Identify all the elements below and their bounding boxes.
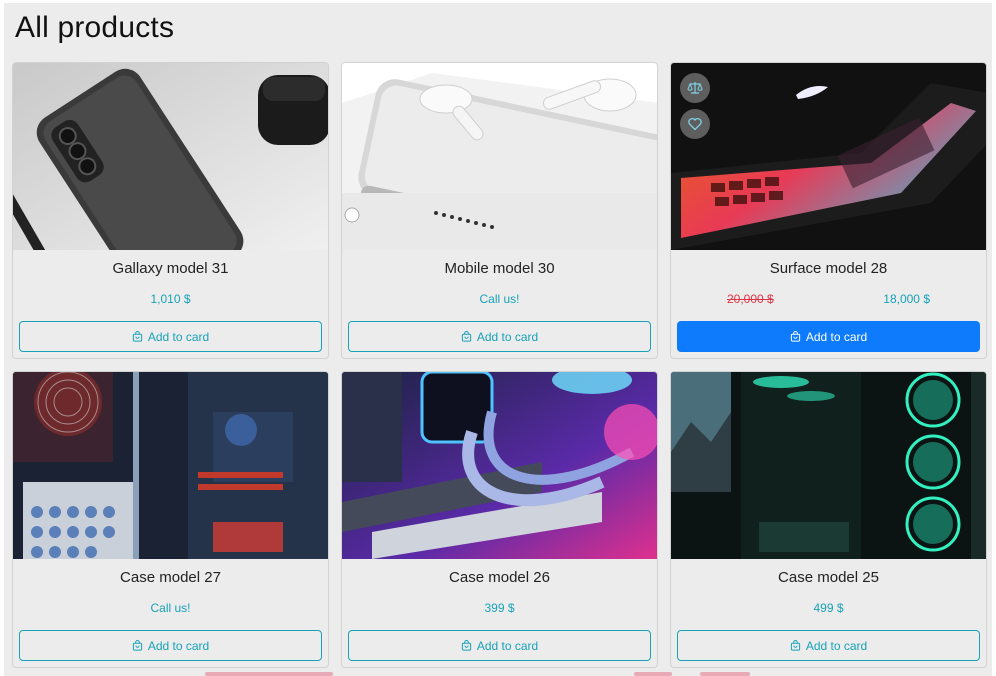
add-to-cart-label: Add to card [476, 638, 539, 653]
next-row-edge [634, 672, 672, 676]
product-card: Mobile model 30 Call us! Add to card [341, 62, 658, 359]
shopping-bag-icon [132, 640, 143, 651]
product-image[interactable] [342, 63, 657, 250]
price-row: 20,000 $ 18,000 $ [671, 292, 986, 306]
product-card: Case model 25 499 $ Add to card [670, 371, 987, 668]
add-to-cart-button[interactable]: Add to card [19, 630, 322, 661]
product-price: Call us! [150, 601, 191, 615]
old-price: 20,000 $ [727, 292, 774, 306]
compare-button[interactable] [680, 73, 710, 103]
product-image[interactable] [671, 63, 986, 250]
scale-icon [687, 80, 703, 96]
products-page: All products Gallaxy model 31 1,010 $ Ad… [4, 3, 992, 676]
wishlist-button[interactable] [680, 109, 710, 139]
next-row-edge [700, 672, 750, 676]
add-to-cart-label: Add to card [476, 329, 539, 344]
product-image[interactable] [671, 372, 986, 559]
product-price: 499 $ [813, 601, 844, 615]
add-to-cart-label: Add to card [805, 329, 868, 344]
shopping-bag-icon [790, 640, 801, 651]
product-title[interactable]: Gallaxy model 31 [13, 260, 328, 277]
add-to-cart-button[interactable]: Add to card [677, 630, 980, 661]
product-image[interactable] [13, 372, 328, 559]
page-title: All products [15, 11, 175, 44]
product-grid: Gallaxy model 31 1,010 $ Add to card Mob… [12, 62, 987, 668]
product-image[interactable] [13, 63, 328, 250]
add-to-cart-button[interactable]: Add to card [19, 321, 322, 352]
product-title[interactable]: Mobile model 30 [342, 260, 657, 277]
add-to-cart-button[interactable]: Add to card [348, 321, 651, 352]
shopping-bag-icon [461, 640, 472, 651]
product-card: Surface model 28 20,000 $ 18,000 $ Add t… [670, 62, 987, 359]
product-card: Case model 26 399 $ Add to card [341, 371, 658, 668]
product-title[interactable]: Surface model 28 [671, 260, 986, 277]
product-title[interactable]: Case model 26 [342, 569, 657, 586]
product-price: 399 $ [484, 601, 515, 615]
add-to-cart-label: Add to card [805, 638, 868, 653]
shopping-bag-icon [790, 331, 801, 342]
shopping-bag-icon [132, 331, 143, 342]
product-price: Call us! [479, 292, 520, 306]
add-to-cart-label: Add to card [147, 329, 210, 344]
shopping-bag-icon [461, 331, 472, 342]
product-price: 1,010 $ [150, 292, 191, 306]
product-price: 18,000 $ [883, 292, 930, 306]
add-to-cart-label: Add to card [147, 638, 210, 653]
heart-icon [687, 116, 703, 132]
add-to-cart-button[interactable]: Add to card [348, 630, 651, 661]
product-title[interactable]: Case model 27 [13, 569, 328, 586]
product-card: Gallaxy model 31 1,010 $ Add to card [12, 62, 329, 359]
next-row-edge [205, 672, 333, 676]
product-card: Case model 27 Call us! Add to card [12, 371, 329, 668]
product-image[interactable] [342, 372, 657, 559]
product-title[interactable]: Case model 25 [671, 569, 986, 586]
add-to-cart-button[interactable]: Add to card [677, 321, 980, 352]
